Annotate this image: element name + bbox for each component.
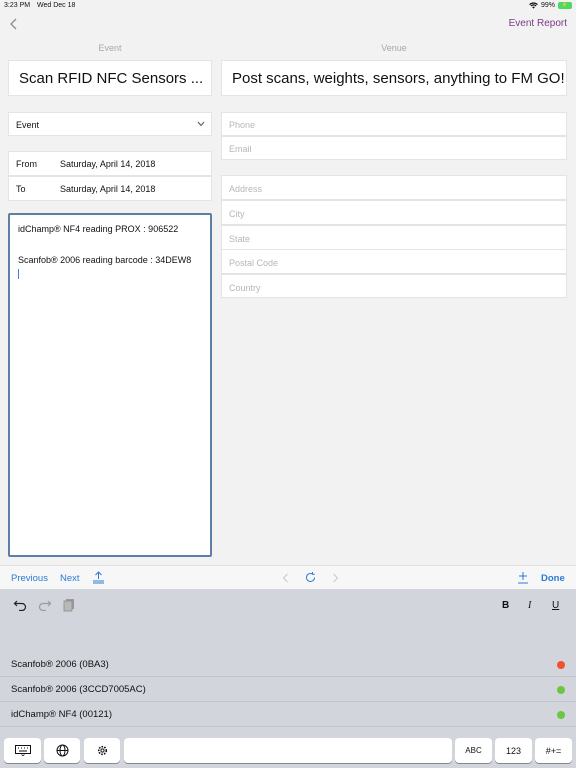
chevron-left-icon[interactable] bbox=[282, 573, 289, 583]
notes-textarea[interactable]: idChamp® NF4 reading PROX : 906522 Scanf… bbox=[8, 213, 212, 557]
device-name: Scanfob® 2006 (3CCD7005AC) bbox=[11, 684, 146, 695]
chevron-right-icon[interactable] bbox=[332, 573, 339, 583]
paste-clipboard-icon[interactable] bbox=[63, 598, 75, 612]
undo-icon[interactable] bbox=[13, 599, 27, 611]
text-caret bbox=[18, 269, 19, 279]
gear-icon bbox=[97, 745, 107, 756]
wifi-icon bbox=[529, 2, 538, 9]
event-column-label: Event bbox=[98, 43, 122, 53]
event-type-select[interactable]: Event bbox=[8, 112, 212, 136]
country-placeholder: Country bbox=[229, 283, 261, 293]
refresh-icon[interactable] bbox=[304, 571, 317, 584]
keyboard-toggle-key[interactable] bbox=[4, 738, 41, 763]
address-placeholder: Address bbox=[229, 184, 263, 194]
status-dot bbox=[557, 660, 565, 669]
keyboard-accessory-bar: Previous Next Done bbox=[0, 565, 576, 589]
phone-field[interactable]: Phone bbox=[221, 112, 567, 136]
settings-key[interactable] bbox=[84, 738, 120, 763]
status-date: Wed Dec 18 bbox=[37, 2, 76, 9]
email-placeholder: Email bbox=[229, 144, 252, 154]
from-date-value: Saturday, April 14, 2018 bbox=[60, 159, 156, 169]
to-date-row[interactable]: To Saturday, April 14, 2018 bbox=[8, 176, 212, 201]
next-button[interactable]: Next bbox=[60, 573, 80, 584]
bold-button[interactable]: B bbox=[502, 600, 509, 611]
keyboard-icon bbox=[14, 745, 31, 756]
venue-title-text: Post scans, weights, sensors, anything t… bbox=[232, 69, 565, 87]
back-chevron-icon[interactable] bbox=[7, 17, 21, 31]
event-title-text: Scan RFID NFC Sensors ... bbox=[19, 69, 204, 87]
phone-placeholder: Phone bbox=[229, 120, 256, 130]
city-placeholder: City bbox=[229, 209, 245, 219]
status-dot bbox=[557, 685, 565, 694]
done-button[interactable]: Done bbox=[541, 573, 565, 584]
city-field[interactable]: City bbox=[221, 200, 567, 225]
abc-key[interactable]: ABC bbox=[455, 738, 492, 763]
redo-icon[interactable] bbox=[38, 599, 52, 611]
device-name: Scanfob® 2006 (0BA3) bbox=[11, 659, 109, 670]
status-right: 99% ⚡ bbox=[529, 2, 572, 9]
share-upload-icon[interactable] bbox=[92, 571, 105, 584]
from-label: From bbox=[16, 159, 37, 169]
status-dot bbox=[557, 710, 565, 719]
symbols-key[interactable]: #+= bbox=[535, 738, 572, 763]
device-row[interactable]: idChamp® NF4 (00121) bbox=[0, 703, 576, 727]
event-report-link[interactable]: Event Report bbox=[509, 18, 567, 29]
state-field[interactable]: State bbox=[221, 225, 567, 250]
device-row[interactable]: Scanfob® 2006 (0BA3) bbox=[0, 653, 576, 677]
chevron-down-icon bbox=[197, 121, 205, 127]
to-date-value: Saturday, April 14, 2018 bbox=[60, 184, 156, 194]
address-field[interactable]: Address bbox=[221, 175, 567, 200]
battery-icon: ⚡ bbox=[558, 2, 572, 9]
postal-code-placeholder: Postal Code bbox=[229, 258, 279, 268]
email-field[interactable]: Email bbox=[221, 136, 567, 160]
previous-button[interactable]: Previous bbox=[11, 573, 48, 584]
event-type-value: Event bbox=[16, 120, 40, 130]
state-placeholder: State bbox=[229, 234, 251, 244]
venue-title-field[interactable]: Post scans, weights, sensors, anything t… bbox=[221, 60, 567, 96]
add-plus-icon[interactable] bbox=[517, 571, 529, 584]
venue-column-label: Venue bbox=[381, 43, 407, 53]
space-bar-key[interactable] bbox=[124, 738, 452, 763]
device-row[interactable]: Scanfob® 2006 (3CCD7005AC) bbox=[0, 678, 576, 702]
status-time: 3:23 PM bbox=[4, 2, 31, 9]
battery-percent: 99% bbox=[540, 2, 555, 9]
notes-line-2: Scanfob® 2006 reading barcode : 34DEW8 bbox=[18, 255, 192, 265]
underline-button[interactable]: U bbox=[552, 600, 559, 611]
country-field[interactable]: Country bbox=[221, 274, 567, 298]
event-title-field[interactable]: Scan RFID NFC Sensors ... bbox=[8, 60, 212, 96]
status-bar: 3:23 PM Wed Dec 18 99% ⚡ bbox=[0, 0, 576, 13]
device-name: idChamp® NF4 (00121) bbox=[11, 709, 112, 720]
to-label: To bbox=[16, 184, 26, 194]
notes-line-1: idChamp® NF4 reading PROX : 906522 bbox=[18, 224, 179, 234]
numbers-key[interactable]: 123 bbox=[495, 738, 532, 763]
italic-button[interactable]: I bbox=[528, 600, 531, 611]
globe-icon bbox=[56, 744, 68, 757]
from-date-row[interactable]: From Saturday, April 14, 2018 bbox=[8, 151, 212, 176]
postal-code-field[interactable]: Postal Code bbox=[221, 249, 567, 274]
globe-key[interactable] bbox=[44, 738, 80, 763]
